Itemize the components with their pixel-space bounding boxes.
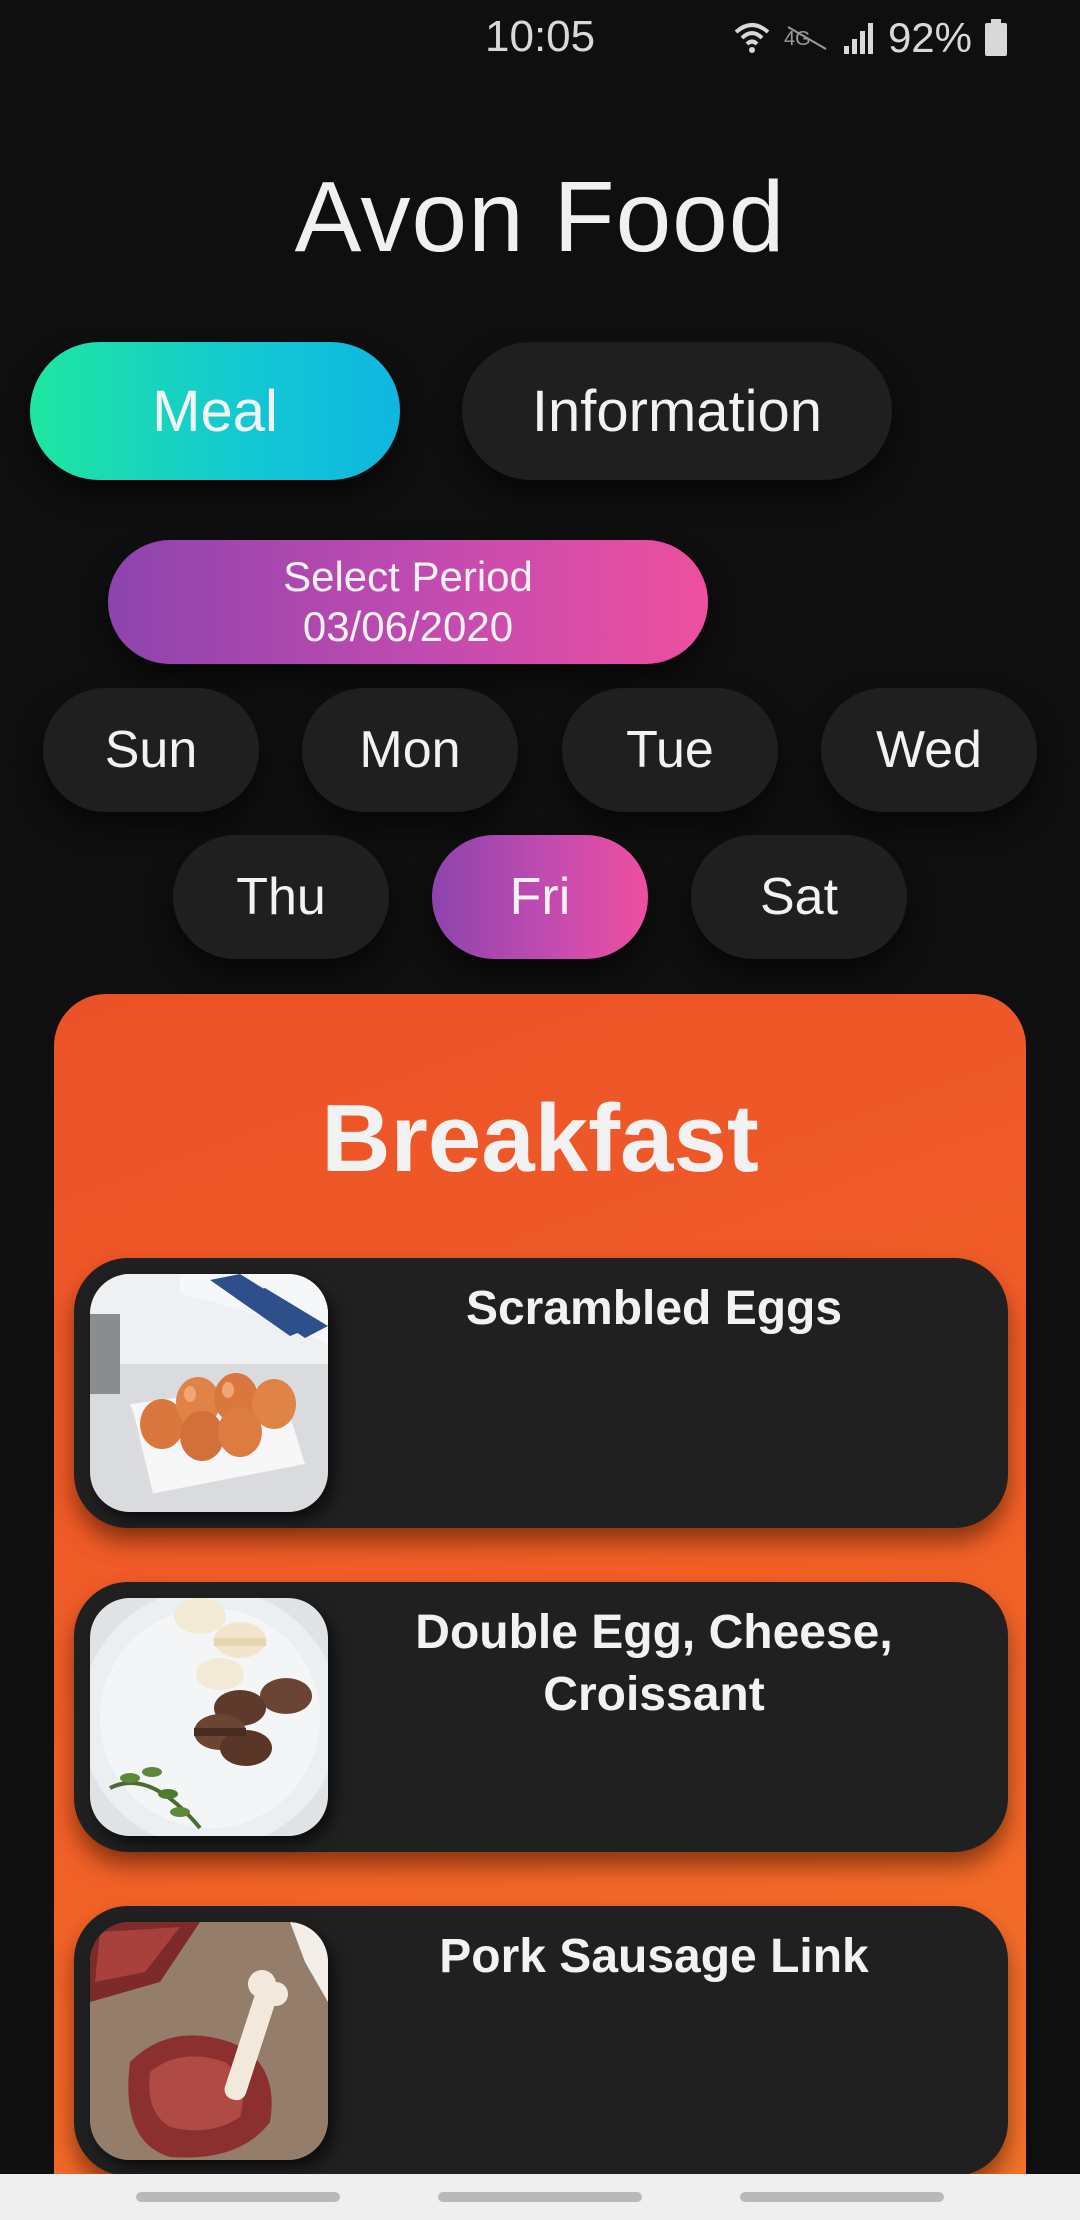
day-label: Mon — [359, 721, 461, 779]
nav-recent-button[interactable] — [136, 2192, 340, 2202]
day-mon[interactable]: Mon — [302, 688, 518, 812]
day-label: Fri — [509, 868, 571, 926]
breakfast-card: Breakfast Scrambled Eggs Double Egg, Che… — [54, 994, 1026, 2220]
meat-image — [90, 1922, 328, 2160]
day-wed[interactable]: Wed — [821, 688, 1037, 812]
signal-icon — [842, 20, 876, 56]
day-label: Sat — [759, 868, 839, 926]
tab-information-label: Information — [531, 378, 823, 444]
food-item-name: Scrambled Eggs — [465, 1282, 843, 1335]
tab-meal-label: Meal — [152, 378, 278, 444]
status-bar: 10:05 4G 92% — [0, 0, 1080, 76]
status-icons: 4G 92% — [732, 14, 1008, 62]
wifi-icon — [732, 18, 772, 58]
select-period-date: 03/06/2020 — [302, 603, 514, 650]
day-label: Wed — [876, 721, 982, 779]
app-screen: 10:05 4G 92% Avon Food Meal Information … — [0, 0, 1080, 2220]
nav-home-button[interactable] — [438, 2192, 642, 2202]
tab-meal[interactable]: Meal — [30, 342, 400, 480]
food-item-name: Pork Sausage Link — [439, 1930, 869, 1983]
eggs-image — [90, 1274, 328, 1512]
battery-icon — [984, 19, 1008, 57]
macarons-image — [90, 1598, 328, 1836]
select-period-label: Select Period — [283, 553, 533, 600]
navigation-bar — [0, 2174, 1080, 2220]
battery-percentage: 92% — [887, 14, 972, 61]
food-item-scrambled-eggs[interactable]: Scrambled Eggs — [74, 1258, 1008, 1528]
status-time: 10:05 — [485, 12, 596, 61]
day-sat[interactable]: Sat — [691, 835, 907, 959]
food-item-pork-sausage-link[interactable]: Pork Sausage Link — [74, 1906, 1008, 2176]
nav-back-button[interactable] — [740, 2192, 944, 2202]
day-tue[interactable]: Tue — [562, 688, 778, 812]
day-label: Sun — [104, 721, 198, 779]
4g-icon: 4G — [784, 23, 830, 53]
day-thu[interactable]: Thu — [173, 835, 389, 959]
meal-title: Breakfast — [321, 1085, 759, 1192]
day-label: Thu — [236, 868, 326, 926]
food-item-name: Double Egg, Cheese, Croissant — [415, 1606, 893, 1721]
select-period-button[interactable]: Select Period 03/06/2020 — [108, 540, 708, 664]
app-title: Avon Food — [294, 161, 786, 273]
day-fri[interactable]: Fri — [432, 835, 648, 959]
tab-information[interactable]: Information — [462, 342, 892, 480]
day-label: Tue — [626, 721, 714, 779]
food-item-double-egg-cheese-croissant[interactable]: Double Egg, Cheese, Croissant — [74, 1582, 1008, 1852]
day-sun[interactable]: Sun — [43, 688, 259, 812]
